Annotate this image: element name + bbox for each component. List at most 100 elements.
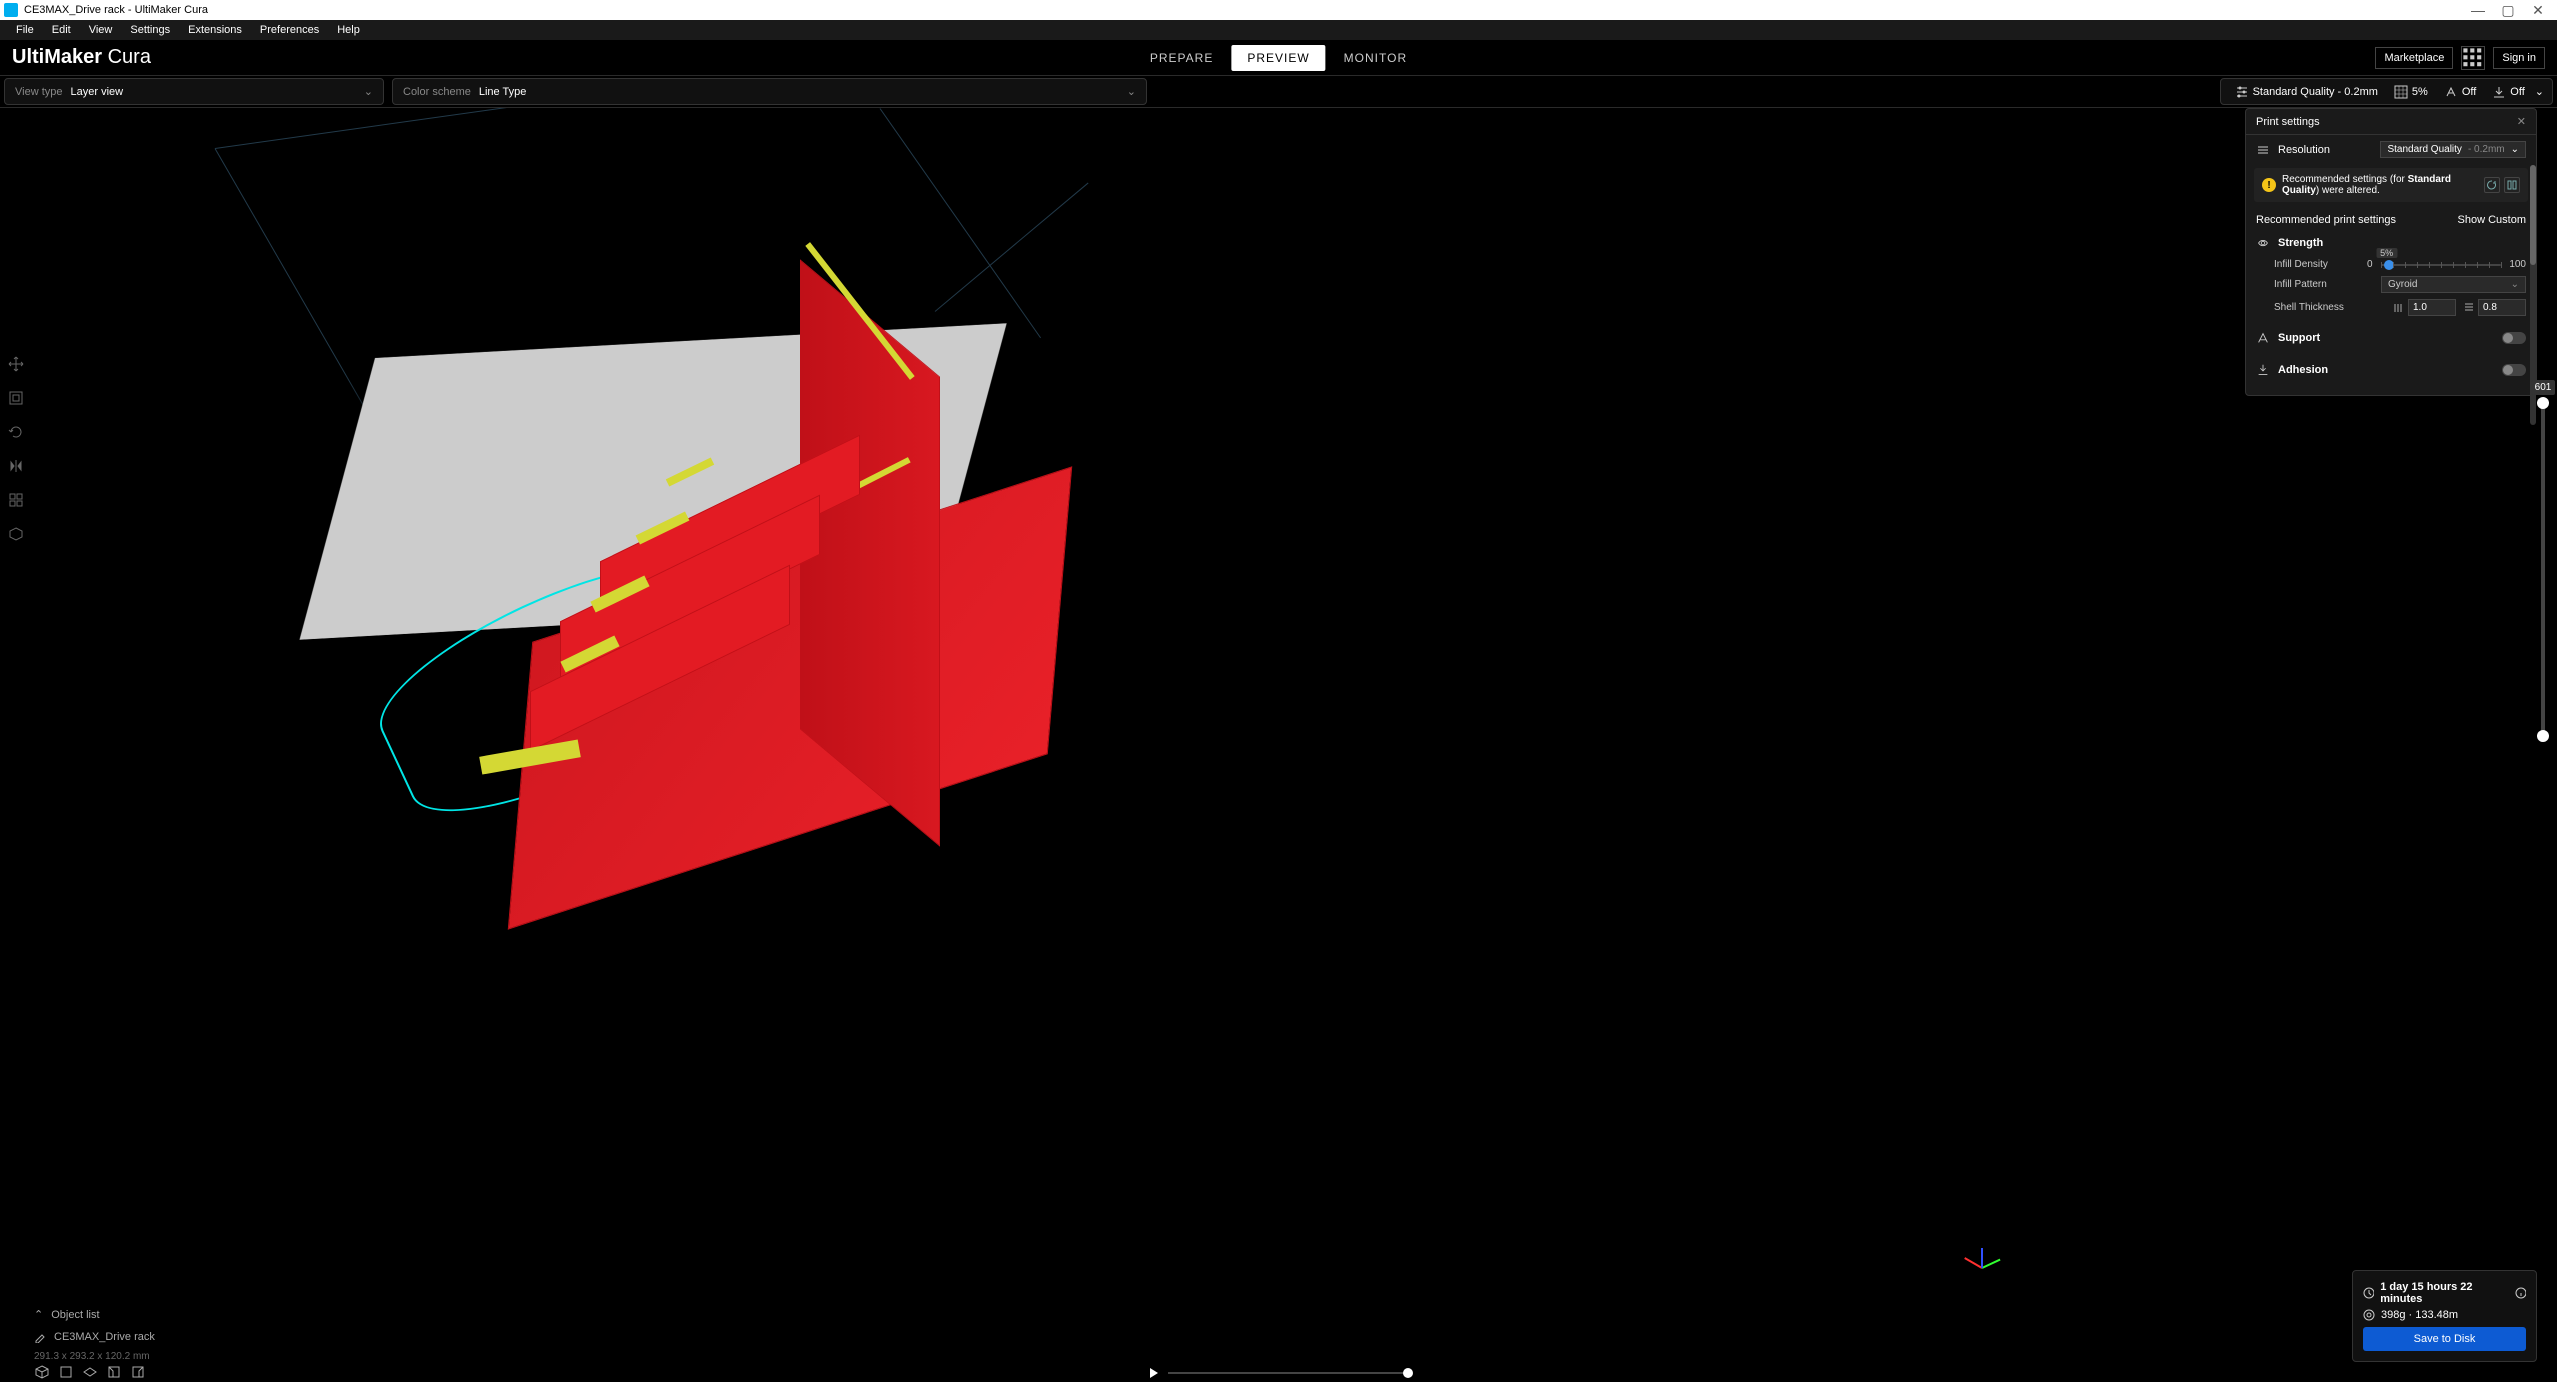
window-titlebar: CE3MAX_Drive rack - UltiMaker Cura — ▢ ✕ bbox=[0, 0, 2557, 20]
logo-bold: UltiMaker bbox=[12, 46, 102, 68]
object-list-toggle[interactable]: ⌃ Object list bbox=[34, 1308, 155, 1321]
infill-density-label: Infill Density bbox=[2274, 259, 2359, 270]
view-toolbar: View type Layer view ⌄ Color scheme Line… bbox=[0, 76, 2557, 108]
print-summary-bar[interactable]: Standard Quality - 0.2mm 5% Off Off ⌄ bbox=[2220, 78, 2553, 105]
colorscheme-label: Color scheme bbox=[403, 86, 471, 98]
shell-horizontal-input[interactable] bbox=[2408, 299, 2456, 316]
rotate-tool[interactable] bbox=[2, 418, 30, 446]
slider-tooltip: 5% bbox=[2376, 248, 2397, 258]
maximize-button[interactable]: ▢ bbox=[2493, 2, 2523, 19]
layer-slider-bottom-handle[interactable] bbox=[2537, 730, 2549, 742]
info-icon[interactable] bbox=[2515, 1287, 2526, 1299]
object-dimensions: 291.3 x 293.2 x 120.2 mm bbox=[34, 1351, 155, 1362]
chevron-down-icon: ⌄ bbox=[352, 85, 373, 98]
strength-icon bbox=[2256, 236, 2270, 250]
infill-pattern-row: Infill Pattern Gyroid ⌄ bbox=[2256, 273, 2526, 296]
tab-prepare[interactable]: PREPARE bbox=[1134, 45, 1229, 71]
clock-icon bbox=[2363, 1287, 2374, 1299]
material-usage: 398g · 133.48m bbox=[2381, 1309, 2458, 1321]
show-custom-button[interactable]: Show Custom bbox=[2458, 214, 2526, 226]
menu-settings[interactable]: Settings bbox=[122, 22, 178, 38]
summary-adhesion-text: Off bbox=[2510, 86, 2524, 98]
resolution-sub: - 0.2mm bbox=[2468, 144, 2505, 155]
apps-grid-icon[interactable] bbox=[2461, 46, 2485, 70]
mirror-tool[interactable] bbox=[2, 452, 30, 480]
settings-altered-alert: ! Recommended settings (for Standard Qua… bbox=[2254, 168, 2528, 202]
layer-slider-track[interactable] bbox=[2541, 399, 2545, 740]
adhesion-toggle[interactable] bbox=[2502, 364, 2526, 376]
support-toggle[interactable] bbox=[2502, 332, 2526, 344]
support-blocker-tool[interactable] bbox=[2, 520, 30, 548]
viewtype-dropdown[interactable]: View type Layer view ⌄ bbox=[4, 78, 384, 105]
wall-horizontal-icon bbox=[2392, 301, 2406, 315]
shell-thickness-row: Shell Thickness bbox=[2256, 296, 2526, 319]
slider-max: 100 bbox=[2509, 259, 2526, 270]
layer-slider-top-handle[interactable] bbox=[2537, 397, 2549, 409]
resolution-dropdown[interactable]: Standard Quality - 0.2mm ⌄ bbox=[2380, 141, 2526, 158]
summary-support-text: Off bbox=[2462, 86, 2476, 98]
summary-support: Off bbox=[2438, 85, 2482, 99]
view-left-icon[interactable] bbox=[106, 1364, 122, 1380]
shell-vertical-input[interactable] bbox=[2478, 299, 2526, 316]
view-front-icon[interactable] bbox=[58, 1364, 74, 1380]
summary-infill: 5% bbox=[2388, 85, 2434, 99]
menu-preferences[interactable]: Preferences bbox=[252, 22, 327, 38]
infill-density-slider[interactable]: 5% bbox=[2381, 264, 2502, 266]
view-iso-icon[interactable] bbox=[34, 1364, 50, 1380]
reset-button[interactable] bbox=[2484, 177, 2500, 193]
simulation-timeline bbox=[1150, 1368, 1408, 1378]
infill-icon bbox=[2394, 85, 2408, 99]
scrollbar-thumb[interactable] bbox=[2530, 165, 2536, 265]
alert-text: Recommended settings (for Standard Quali… bbox=[2282, 174, 2478, 196]
play-button[interactable] bbox=[1150, 1368, 1158, 1378]
close-window-button[interactable]: ✕ bbox=[2523, 2, 2553, 19]
timeline-handle[interactable] bbox=[1403, 1368, 1413, 1378]
menu-extensions[interactable]: Extensions bbox=[180, 22, 250, 38]
view-top-icon[interactable] bbox=[82, 1364, 98, 1380]
adhesion-icon bbox=[2256, 363, 2270, 377]
bottom-view-icons bbox=[34, 1364, 146, 1380]
view-right-icon[interactable] bbox=[130, 1364, 146, 1380]
viewtype-label: View type bbox=[15, 86, 63, 98]
resolution-value: Standard Quality bbox=[2387, 144, 2462, 155]
colorscheme-dropdown[interactable]: Color scheme Line Type ⌄ bbox=[392, 78, 1147, 105]
model-preview bbox=[520, 258, 1080, 818]
move-tool[interactable] bbox=[2, 350, 30, 378]
stage-tabs: PREPARE PREVIEW MONITOR bbox=[1134, 45, 1423, 71]
menubar: File Edit View Settings Extensions Prefe… bbox=[0, 20, 2557, 40]
scale-tool[interactable] bbox=[2, 384, 30, 412]
window-title: CE3MAX_Drive rack - UltiMaker Cura bbox=[24, 4, 208, 16]
menu-help[interactable]: Help bbox=[329, 22, 368, 38]
tab-monitor[interactable]: MONITOR bbox=[1328, 45, 1423, 71]
menu-edit[interactable]: Edit bbox=[44, 22, 79, 38]
logo: UltiMaker Cura bbox=[12, 46, 151, 69]
mesh-tool[interactable] bbox=[2, 486, 30, 514]
summary-profile: Standard Quality - 0.2mm bbox=[2229, 85, 2384, 99]
menu-view[interactable]: View bbox=[81, 22, 121, 38]
adhesion-icon bbox=[2492, 85, 2506, 99]
minimize-button[interactable]: — bbox=[2463, 2, 2493, 18]
support-group: Support bbox=[2246, 325, 2536, 357]
summary-profile-text: Standard Quality - 0.2mm bbox=[2253, 86, 2378, 98]
close-panel-button[interactable]: ✕ bbox=[2517, 115, 2526, 128]
object-list-item[interactable]: CE3MAX_Drive rack bbox=[34, 1327, 155, 1347]
marketplace-button[interactable]: Marketplace bbox=[2375, 47, 2453, 69]
object-name: CE3MAX_Drive rack bbox=[54, 1331, 155, 1343]
compare-button[interactable] bbox=[2504, 177, 2520, 193]
menu-file[interactable]: File bbox=[8, 22, 42, 38]
timeline-track[interactable] bbox=[1168, 1372, 1408, 1374]
resolution-icon bbox=[2256, 143, 2270, 157]
signin-button[interactable]: Sign in bbox=[2493, 47, 2545, 69]
slider-min: 0 bbox=[2367, 259, 2373, 270]
viewport-3d[interactable] bbox=[0, 108, 2557, 1382]
logo-thin: Cura bbox=[102, 46, 151, 68]
support-label: Support bbox=[2278, 332, 2320, 344]
axis-gizmo bbox=[1982, 1267, 2022, 1307]
infill-pattern-select[interactable]: Gyroid ⌄ bbox=[2381, 276, 2526, 293]
summary-infill-text: 5% bbox=[2412, 86, 2428, 98]
save-to-disk-button[interactable]: Save to Disk bbox=[2363, 1327, 2526, 1351]
tab-preview[interactable]: PREVIEW bbox=[1231, 45, 1325, 71]
summary-adhesion: Off bbox=[2486, 85, 2530, 99]
chevron-down-icon: ⌄ bbox=[1115, 85, 1136, 98]
infill-density-row: Infill Density 0 5% 100 bbox=[2256, 256, 2526, 273]
